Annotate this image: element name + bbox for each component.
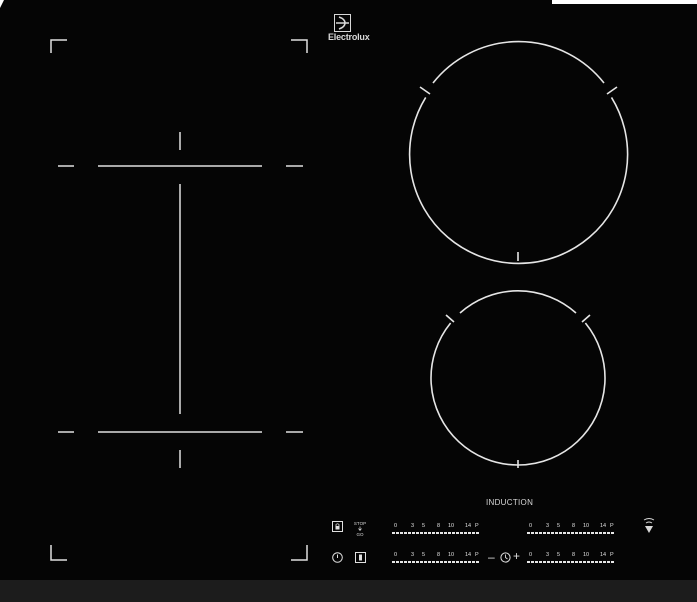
power-slider-rear-left[interactable]: 0 3 5 8 10 14 P [392, 552, 480, 566]
power-slider-rear-right[interactable]: 0 3 5 8 10 14 P [527, 523, 615, 537]
stop-go-button[interactable]: STOP GO [352, 521, 368, 537]
induction-label: INDUCTION [486, 498, 534, 507]
go-label: GO [356, 532, 364, 537]
timer-plus-button[interactable]: + [513, 549, 520, 563]
stop-go-icon [358, 526, 362, 532]
slider-bar[interactable] [392, 532, 480, 534]
power-slider-front-right[interactable]: 0 3 5 8 10 14 P [527, 552, 615, 566]
electrolux-logo-icon [334, 14, 351, 32]
slider-bar[interactable] [392, 561, 480, 563]
power-slider-front-left[interactable]: 0 3 5 8 10 14 P [392, 523, 480, 537]
bridge-icon[interactable] [355, 552, 366, 563]
front-trim [0, 580, 697, 602]
power-icon[interactable] [332, 552, 343, 563]
timer-minus-button[interactable]: – [488, 550, 495, 564]
lock-icon[interactable] [332, 521, 343, 532]
cooktop-glass [0, 0, 697, 602]
brand-name: Electrolux [328, 32, 370, 42]
timer-icon[interactable] [500, 552, 511, 563]
glass-surface [0, 0, 697, 582]
slider-bar[interactable] [527, 532, 615, 534]
hob-hood-icon[interactable] [643, 518, 655, 534]
slider-bar[interactable] [527, 561, 615, 563]
